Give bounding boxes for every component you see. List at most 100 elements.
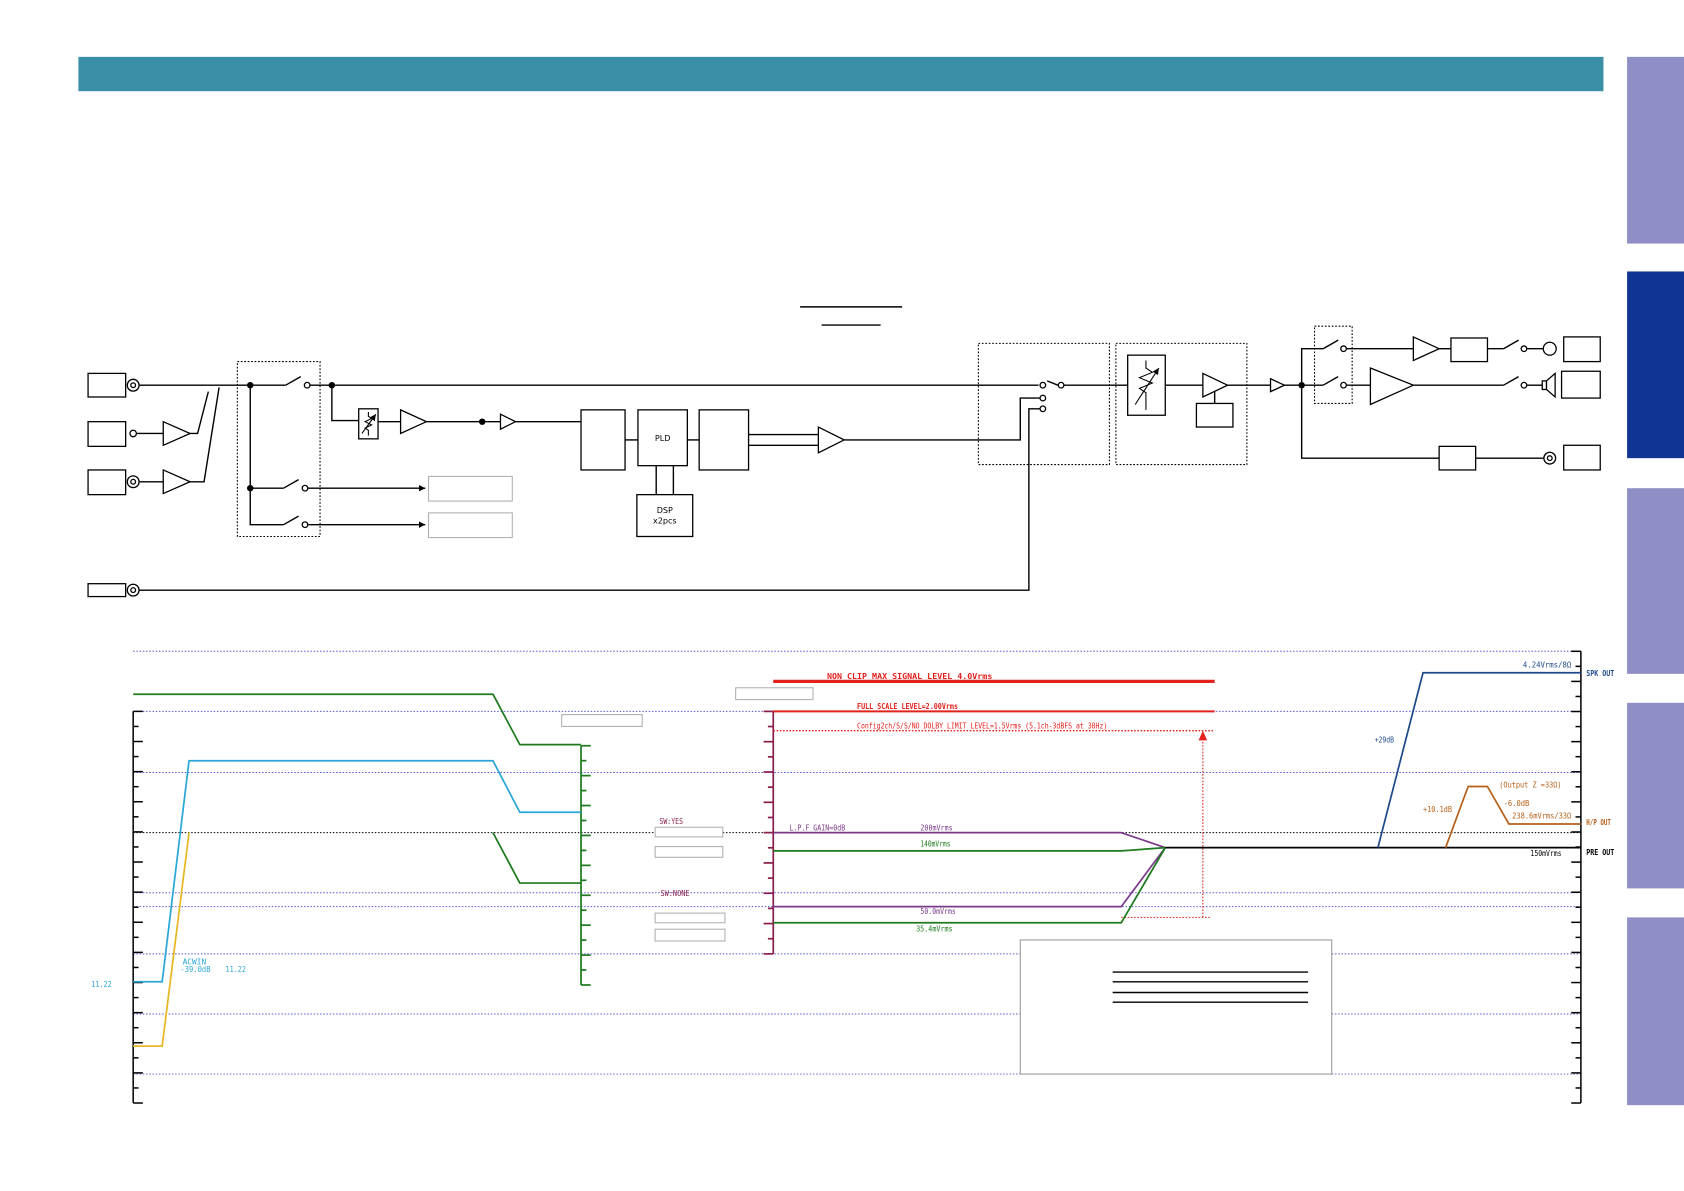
amplifier-icon: [162, 420, 192, 447]
hp-out-terminal-box: [1563, 336, 1601, 363]
volume-icon: [1127, 354, 1166, 416]
axis-ticks: [133, 650, 1581, 1104]
volume-icon: [358, 408, 379, 440]
input-attenuation: -39.0dB: [180, 965, 211, 974]
switch-icon: [283, 515, 309, 529]
spk-out-level: 4.24Vrms/8Ω: [1523, 660, 1572, 669]
pre-out-terminal-box: [1563, 444, 1601, 471]
amplifier-icon: [162, 468, 192, 495]
signal-line: [190, 391, 210, 435]
stage-label-box: [654, 928, 726, 942]
input-terminal-box: [87, 583, 127, 598]
spk-out-gain: +29dB: [1375, 736, 1395, 745]
stage-label-box: [561, 714, 643, 727]
jack-icon: [1543, 451, 1557, 465]
spk-out-label: SPK OUT: [1586, 669, 1614, 678]
dsp-switch-yes: SW:YES: [659, 817, 683, 826]
junction-dot: [247, 484, 254, 492]
dsp-block: [636, 493, 694, 538]
junction-dot: [478, 418, 486, 425]
trace-input-yellow: [133, 832, 190, 1048]
lpf-level-1: 200mVrms: [920, 823, 952, 832]
side-tab-2[interactable]: [1627, 271, 1684, 459]
switch-contact: [1039, 394, 1047, 402]
signal-line: [844, 397, 1040, 441]
max-signal-label: NON CLIP MAX SIGNAL LEVEL 4.0Vrms: [827, 672, 992, 681]
signal-line: [190, 387, 220, 483]
relay-switch-icon: [1503, 339, 1528, 353]
hp-gain: +10.1dB: [1423, 805, 1452, 814]
output-label-box: [427, 475, 513, 502]
dsp-switch-none: SW:NONE: [660, 889, 689, 898]
switch-contact: [1039, 381, 1047, 389]
legend-box: [1019, 939, 1333, 1075]
source-selector-block: [977, 342, 1110, 466]
switch-blade: [1046, 380, 1059, 386]
lpf-level-2: 140mVrms: [920, 840, 950, 849]
switch-icon: [285, 376, 311, 389]
limit-level-label: Config2ch/S/S/NO DOLBY LIMIT LEVEL=1.5Vr…: [857, 722, 1107, 731]
lpf-level-3: 50.0mVrms: [920, 907, 955, 916]
junction-dot: [247, 381, 254, 389]
side-tabs: [1627, 56, 1684, 1106]
output-label-box: [427, 512, 513, 539]
trace-lpf-200mv: [773, 831, 1166, 849]
headphone-jack-icon: [1542, 341, 1557, 356]
input-terminal-box: [87, 421, 127, 448]
dsp-label: DSP: [657, 506, 673, 515]
side-tab-3[interactable]: [1627, 488, 1684, 674]
terminal-icon: [129, 429, 138, 438]
control-block: [1195, 402, 1234, 428]
side-tab-4[interactable]: [1627, 702, 1684, 889]
input-terminal-box: [87, 372, 127, 398]
buffer-icon: [1269, 377, 1287, 393]
switch-icon: [283, 479, 309, 492]
lpf-gain-label: L.P.F GAIN=0dB: [789, 823, 845, 832]
trace-lpf-50mv: [773, 847, 1166, 908]
pre-out-level: 150mVrms: [1530, 849, 1561, 858]
amplifier-icon: [399, 408, 428, 435]
page-canvas: PLD DSP x2pcs NON CLIP MAX SIGNAL LEVEL …: [78, 56, 1684, 1106]
input-terminal-box: [87, 469, 127, 496]
hp-attenuation: -6.0dB: [1504, 799, 1530, 808]
hp-network-block: [1450, 337, 1489, 363]
grid-lines: [133, 650, 1581, 1075]
buffer-icon: [499, 413, 517, 431]
side-tab-5[interactable]: [1627, 917, 1684, 1106]
stage-label-box: [654, 826, 724, 838]
adc-block: [580, 409, 626, 471]
spk-out-terminal-box: [1560, 370, 1601, 399]
side-tab-1[interactable]: [1627, 56, 1684, 244]
speaker-icon: [1541, 371, 1556, 399]
stage-label-box: [735, 687, 814, 701]
signal-line: [249, 385, 284, 526]
output-selector-block: [1314, 325, 1353, 404]
switch-icon: [1322, 339, 1347, 353]
headroom-arrow-head: [1198, 730, 1208, 741]
switch-contact: [1057, 381, 1065, 389]
headphone-amp-icon: [1412, 335, 1441, 362]
trace-lpf-35mv: [773, 847, 1167, 924]
jack-icon: [126, 378, 140, 392]
block-diagram: PLD DSP x2pcs: [87, 306, 1601, 598]
switch-contact: [1039, 405, 1047, 413]
relay-switch-icon: [1503, 376, 1528, 389]
dsp-quantity: x2pcs: [653, 517, 677, 526]
jack-icon: [126, 475, 140, 489]
pld-label: PLD: [655, 434, 671, 443]
power-amp-icon: [1369, 367, 1416, 406]
input-level-left: 11.22: [91, 980, 111, 989]
hp-out-label: H/P OUT: [1586, 818, 1611, 827]
trace-spk-out: [1377, 671, 1581, 848]
pre-out-buffer-block: [1438, 445, 1477, 471]
level-diagram: NON CLIP MAX SIGNAL LEVEL 4.0Vrms FULL S…: [91, 650, 1615, 1104]
full-scale-label: FULL SCALE LEVEL=2.00Vrms: [857, 702, 958, 711]
pre-out-label: PRE OUT: [1586, 848, 1614, 857]
trace-input-green-high: [133, 693, 582, 746]
hp-out-level: 238.6mVrms/33Ω: [1512, 812, 1572, 821]
signal-line: [331, 385, 359, 422]
input-level-right: 11.22: [226, 965, 246, 974]
switch-icon: [1322, 376, 1347, 389]
trace-lpf-140mv: [773, 846, 1166, 852]
trace-input-green-low: [492, 832, 582, 884]
